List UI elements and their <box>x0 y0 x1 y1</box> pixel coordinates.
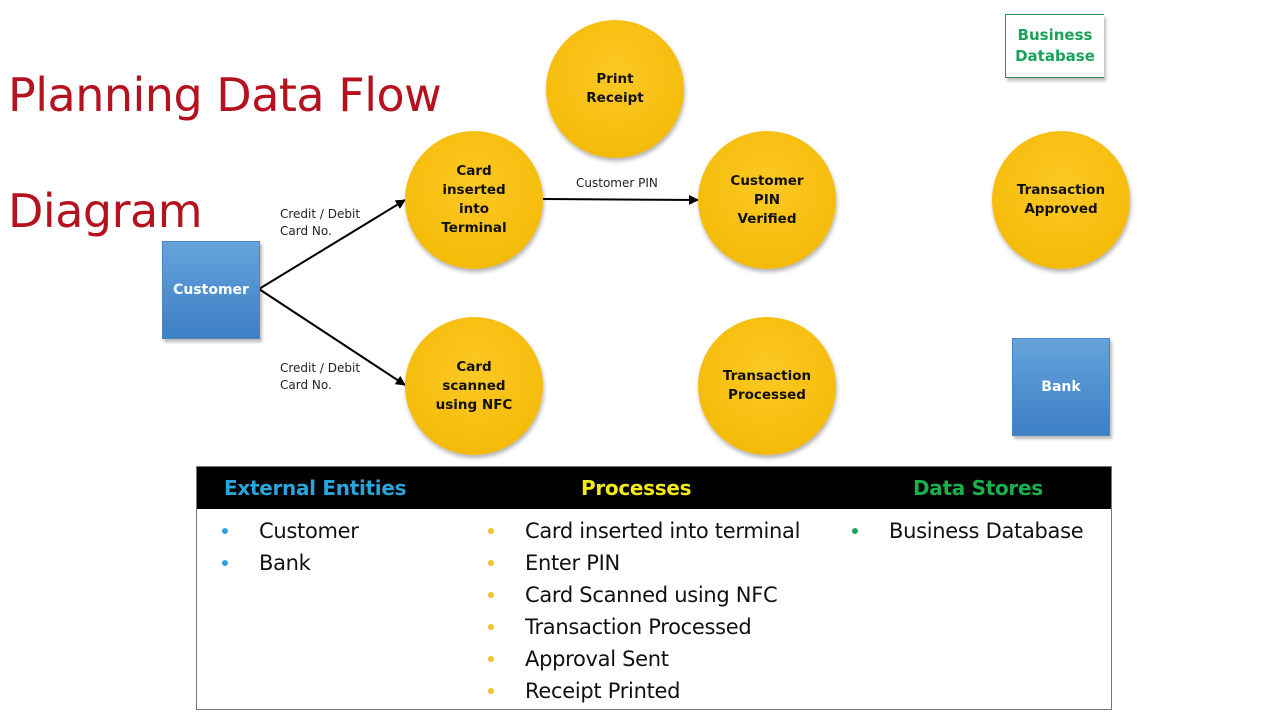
process-card-scanned[interactable]: Card scanned using NFC <box>405 317 543 455</box>
legend-item-text: Card inserted into terminal <box>525 519 801 543</box>
bullet-icon <box>488 624 494 630</box>
entity-bank[interactable]: Bank <box>1012 338 1110 436</box>
flow-label-line: Credit / Debit <box>280 361 361 375</box>
process-label-line: Card <box>456 163 492 179</box>
bullet-icon <box>488 688 494 694</box>
process-label-line: Customer <box>730 172 804 189</box>
bullet-icon <box>488 656 494 662</box>
process-label-line: Verified <box>737 210 797 227</box>
bullet-icon <box>488 528 494 534</box>
process-transaction-approved[interactable]: Transaction Approved <box>992 131 1130 269</box>
legend-item: Enter PIN <box>485 547 800 579</box>
legend-table: External Entities Processes Data Stores … <box>196 466 1112 710</box>
legend-item-text: Customer <box>259 519 359 543</box>
process-card-inserted[interactable]: Card inserted into Terminal <box>405 131 543 269</box>
entity-label: Bank <box>1041 379 1081 395</box>
legend-item: Business Database <box>849 515 1084 547</box>
entity-label: Customer <box>173 282 249 298</box>
legend-item-text: Enter PIN <box>525 551 620 575</box>
legend-item: Bank <box>219 547 359 579</box>
legend-list-processes: Card inserted into terminal Enter PIN Ca… <box>485 515 800 707</box>
data-store-business-database[interactable]: Business Database <box>1005 14 1104 78</box>
bullet-icon <box>222 528 228 534</box>
process-label-line: into <box>459 201 489 217</box>
entity-customer[interactable]: Customer <box>162 241 260 339</box>
legend-item: Approval Sent <box>485 643 800 675</box>
data-store-label-line: Database <box>1015 47 1095 65</box>
legend-heading-data-stores: Data Stores <box>913 476 1043 500</box>
process-label-line: Print <box>596 71 634 87</box>
legend-heading-external-entities: External Entities <box>224 476 407 500</box>
process-label-line: Terminal <box>441 220 507 236</box>
flow-card-inserted-to-pin-verified <box>542 194 699 205</box>
bullet-icon <box>852 528 858 534</box>
legend-item: Receipt Printed <box>485 675 800 707</box>
flow-label-line: Credit / Debit <box>280 207 361 221</box>
process-label-line: scanned <box>442 377 506 394</box>
data-store-label-line: Business <box>1017 26 1093 44</box>
legend-item: Customer <box>219 515 359 547</box>
legend-item-text: Transaction Processed <box>525 615 752 639</box>
legend-item-text: Approval Sent <box>525 647 669 671</box>
flow-label-card-number-bottom: Credit / Debit Card No. <box>280 360 360 394</box>
process-label-line: Card <box>456 358 492 375</box>
process-transaction-processed[interactable]: Transaction Processed <box>698 317 836 455</box>
process-label-line: Approved <box>1024 201 1098 217</box>
legend-list-external-entities: Customer Bank <box>219 515 359 579</box>
process-label-line: Processed <box>728 387 806 403</box>
process-label-line: Transaction <box>1016 182 1106 198</box>
process-label-line: PIN <box>753 191 781 208</box>
process-print-receipt[interactable]: Print Receipt <box>546 20 684 158</box>
process-label-line: Transaction <box>722 368 812 384</box>
legend-item: Card Scanned using NFC <box>485 579 800 611</box>
legend-item-text: Card Scanned using NFC <box>525 583 778 607</box>
title-line-1: Planning Data Flow <box>8 68 442 122</box>
bullet-icon <box>488 560 494 566</box>
process-label-line: inserted <box>442 182 506 198</box>
legend-header-row: External Entities Processes Data Stores <box>197 467 1111 509</box>
legend-list-data-stores: Business Database <box>849 515 1084 547</box>
process-pin-verified[interactable]: Customer PIN Verified <box>698 131 836 269</box>
legend-item-text: Receipt Printed <box>525 679 681 703</box>
flow-label-customer-pin: Customer PIN <box>576 176 658 190</box>
process-label-line: using NFC <box>435 396 513 413</box>
legend-item: Transaction Processed <box>485 611 800 643</box>
flow-label-line: Card No. <box>280 224 332 238</box>
process-label-line: Receipt <box>586 90 644 106</box>
legend-item-text: Business Database <box>889 519 1084 543</box>
legend-heading-processes: Processes <box>581 476 692 500</box>
legend-item-text: Bank <box>259 551 311 575</box>
flow-label-card-number-top: Credit / Debit Card No. <box>280 206 360 240</box>
bullet-icon <box>488 592 494 598</box>
bullet-icon <box>222 560 228 566</box>
legend-item: Card inserted into terminal <box>485 515 800 547</box>
flow-label-line: Card No. <box>280 378 332 392</box>
